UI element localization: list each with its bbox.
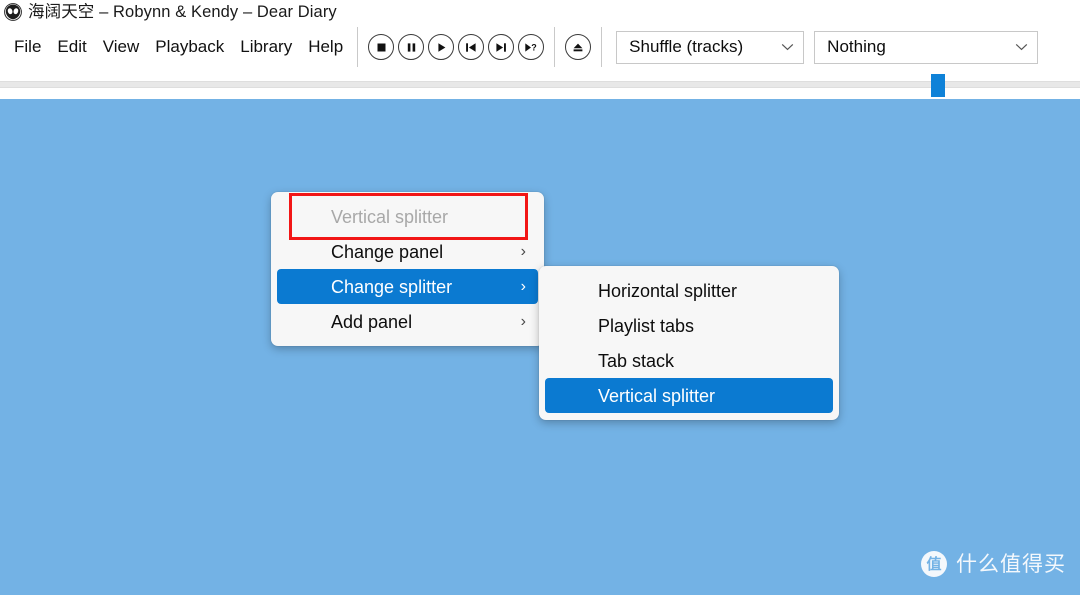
playback-mode-combos: Shuffle (tracks) Nothing (616, 26, 1039, 68)
previous-track-icon (466, 42, 476, 52)
after-playback-combobox[interactable]: Nothing (814, 30, 1039, 64)
main-panel-area[interactable]: Vertical splitter Change panel › Change … (0, 99, 1080, 595)
next-button[interactable] (488, 34, 515, 60)
context-menu[interactable]: Vertical splitter Change panel › Change … (271, 192, 544, 346)
menu-playback[interactable]: Playback (147, 33, 232, 61)
context-menu-item-add-panel[interactable]: Add panel › (277, 304, 538, 339)
context-menu-item-label: Change splitter (331, 276, 453, 297)
watermark-logo-icon: 值 (921, 551, 947, 577)
pause-icon (407, 42, 415, 52)
submenu-item-vertical-splitter[interactable]: Vertical splitter (545, 378, 833, 413)
submenu-item-label: Horizontal splitter (598, 280, 738, 301)
seek-bar-thumb[interactable] (931, 74, 945, 97)
stop-button[interactable] (368, 34, 395, 60)
menu-view[interactable]: View (95, 33, 148, 61)
submenu-item-label: Playlist tabs (598, 315, 695, 336)
context-menu-header: Vertical splitter (277, 199, 538, 234)
seek-bar-track[interactable] (0, 81, 1080, 88)
menu-file[interactable]: File (6, 33, 49, 61)
submenu-item-playlist-tabs[interactable]: Playlist tabs (545, 308, 833, 343)
chevron-right-icon: › (520, 312, 526, 330)
stop-icon (377, 43, 386, 51)
toolbar-separator-2 (554, 27, 556, 67)
submenu-item-label: Vertical splitter (598, 385, 716, 406)
svg-text:?: ? (531, 42, 537, 52)
watermark-text: 什么值得买 (956, 552, 1066, 576)
title-bar: 海阔天空 – Robynn & Kendy – Dear Diary (0, 0, 1080, 24)
play-random-icon: ? (525, 42, 537, 52)
eject-icon (573, 43, 583, 51)
context-submenu[interactable]: Horizontal splitter Playlist tabs Tab st… (539, 266, 839, 420)
window-title: 海阔天空 – Robynn & Kendy – Dear Diary (28, 3, 337, 21)
random-button[interactable]: ? (518, 34, 545, 60)
transport-controls: ? (364, 26, 595, 68)
playback-order-value: Shuffle (tracks) (629, 37, 744, 56)
context-menu-item-change-splitter[interactable]: Change splitter › (277, 269, 538, 304)
menu-edit[interactable]: Edit (49, 33, 94, 61)
playback-order-combobox[interactable]: Shuffle (tracks) (616, 30, 805, 64)
submenu-item-tab-stack[interactable]: Tab stack (545, 343, 833, 378)
toolbar-row: File Edit View Playback Library Help ? S… (0, 26, 1080, 68)
context-menu-item-label: Change panel (331, 241, 444, 262)
play-icon (438, 42, 446, 52)
chevron-right-icon: › (520, 277, 526, 295)
toolbar-separator-3 (601, 27, 603, 67)
pause-button[interactable] (398, 34, 425, 60)
watermark: 值 什么值得买 (921, 551, 1066, 577)
chevron-right-icon: › (520, 242, 526, 260)
foobar2000-window: 海阔天空 – Robynn & Kendy – Dear Diary File … (0, 0, 1080, 595)
menu-library[interactable]: Library (232, 33, 300, 61)
context-menu-item-change-panel[interactable]: Change panel › (277, 234, 538, 269)
after-playback-value: Nothing (827, 37, 886, 56)
menu-help[interactable]: Help (300, 33, 351, 61)
seek-bar[interactable] (0, 68, 1080, 99)
menu-bar: File Edit View Playback Library Help (0, 26, 351, 68)
play-button[interactable] (428, 34, 455, 60)
submenu-item-label: Tab stack (598, 350, 675, 371)
previous-button[interactable] (458, 34, 485, 60)
eject-button[interactable] (565, 34, 592, 60)
toolbar-separator-1 (357, 27, 359, 67)
foobar2000-alien-icon (4, 3, 22, 21)
next-track-icon (496, 42, 507, 52)
chevron-down-icon (781, 43, 794, 51)
submenu-item-horizontal-splitter[interactable]: Horizontal splitter (545, 273, 833, 308)
chevron-down-icon (1015, 43, 1028, 51)
context-menu-item-label: Add panel (331, 311, 413, 332)
context-menu-header-label: Vertical splitter (331, 206, 449, 227)
